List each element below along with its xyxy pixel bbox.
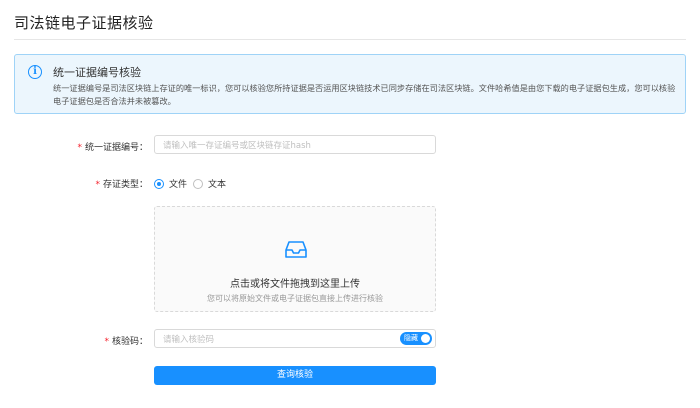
inbox-icon bbox=[285, 241, 307, 258]
evidence-type-label: * 存证类型： bbox=[95, 180, 148, 190]
title-divider bbox=[14, 39, 686, 40]
required-mark: * bbox=[104, 337, 109, 347]
info-title: 统一证据编号核验 bbox=[53, 66, 141, 79]
verify-code-label: * 核验码： bbox=[104, 337, 148, 347]
evidence-id-placeholder: 请输入唯一存证编号或区块链存证hash bbox=[163, 141, 311, 151]
query-verify-button[interactable]: 查询核验 bbox=[154, 366, 436, 385]
radio-file[interactable]: 文件 bbox=[154, 177, 187, 190]
radio-text-dot[interactable] bbox=[193, 178, 203, 189]
verify-code-input[interactable]: 请输入核验码 隐藏 bbox=[154, 329, 436, 348]
page-title: 司法链电子证据核验 bbox=[14, 14, 154, 32]
evidence-id-input[interactable]: 请输入唯一存证编号或区块链存证hash bbox=[154, 135, 436, 154]
radio-text[interactable]: 文本 bbox=[193, 177, 226, 190]
info-description: 统一证据编号是司法区块链上存证的唯一标识，您可以核验您所持证据是否运用区块链技术… bbox=[53, 83, 676, 106]
info-alert: i 统一证据编号核验 统一证据编号是司法区块链上存证的唯一标识，您可以核验您所持… bbox=[14, 54, 686, 114]
hide-toggle[interactable]: 隐藏 bbox=[400, 332, 432, 345]
info-icon: i bbox=[28, 65, 42, 79]
toggle-knob bbox=[421, 334, 430, 343]
upload-hint-text: 您可以将原始文件或电子证据包直接上传进行核验 bbox=[207, 294, 383, 303]
required-mark: * bbox=[77, 143, 82, 153]
upload-dropzone[interactable]: 点击或将文件拖拽到这里上传 您可以将原始文件或电子证据包直接上传进行核验 bbox=[154, 206, 436, 312]
verify-code-placeholder: 请输入核验码 bbox=[163, 335, 215, 345]
upload-main-text: 点击或将文件拖拽到这里上传 bbox=[230, 279, 360, 290]
required-mark: * bbox=[95, 180, 100, 190]
evidence-id-label: * 统一证据编号： bbox=[77, 143, 148, 153]
radio-text-label: 文本 bbox=[208, 180, 227, 190]
hide-toggle-label: 隐藏 bbox=[404, 334, 418, 342]
radio-file-dot[interactable] bbox=[154, 178, 164, 189]
radio-file-label: 文件 bbox=[169, 180, 188, 190]
